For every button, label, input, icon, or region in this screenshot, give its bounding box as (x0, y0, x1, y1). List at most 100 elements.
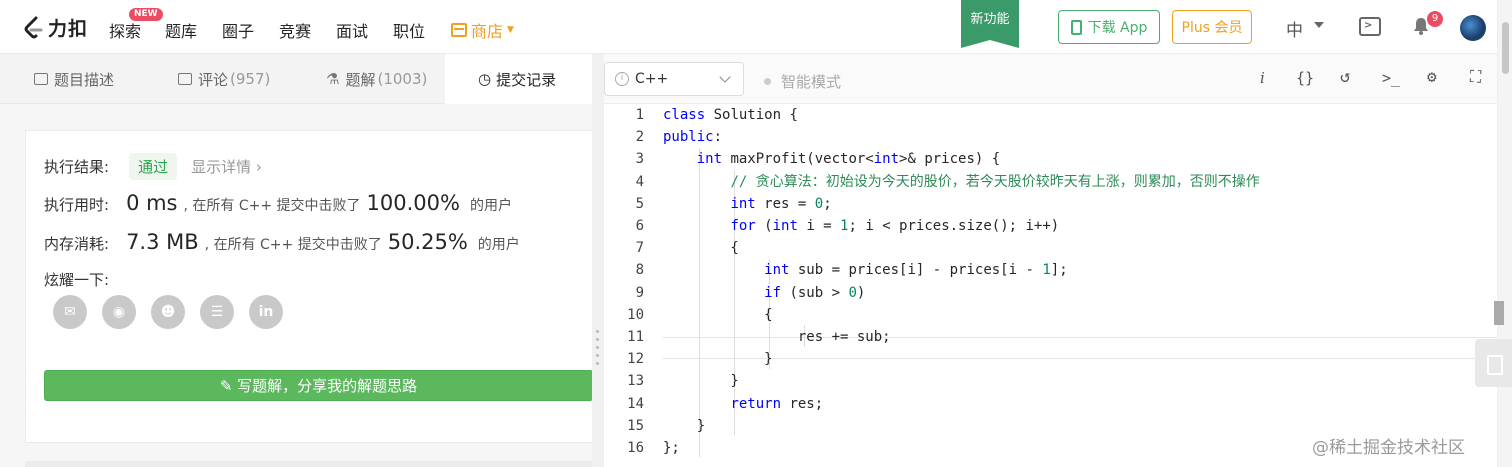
nav-problemset[interactable]: 题库 (165, 18, 197, 42)
tab-submissions-label: 提交记录 (496, 70, 557, 89)
language-switch[interactable]: 中 (1286, 16, 1303, 41)
code-line[interactable]: 7 { (604, 237, 1497, 259)
format-braces-icon[interactable]: {} (1296, 69, 1314, 87)
new-feature-label: 新功能 (970, 12, 1010, 27)
show-details-link[interactable]: 显示详情 › (191, 156, 262, 177)
tab-solutions[interactable]: ⚗ 题解 (1003) (326, 54, 427, 104)
fullscreen-icon[interactable]: ⛶ (1470, 67, 1481, 87)
code-text[interactable]: { (663, 304, 772, 326)
nav-contest[interactable]: 竞赛 (279, 18, 311, 42)
tab-solutions-label: 题解 (345, 70, 376, 89)
reset-icon[interactable]: ↺ (1340, 67, 1350, 87)
description-icon (34, 73, 48, 85)
code-line[interactable]: 13 } (604, 370, 1497, 392)
download-app-button[interactable]: 下载 App (1058, 10, 1160, 44)
line-number: 6 (635, 218, 644, 234)
code-text[interactable]: }; (663, 437, 680, 459)
leetcode-logo[interactable]: 力扣 (22, 14, 88, 41)
watermark: @稀土掘金技术社区 (1312, 438, 1465, 458)
write-solution-button[interactable]: ✎ 写题解，分享我的解题思路 (44, 370, 593, 401)
line-number: 16 (627, 440, 644, 456)
code-text[interactable]: int maxProfit(vector<int>& prices) { (663, 148, 1000, 170)
wechat-icon[interactable]: ✉ (53, 295, 87, 329)
code-line[interactable]: 6 for (int i = 1; i < prices.size(); i++… (604, 215, 1497, 237)
submission-result-card: 执行结果: 通过 显示详情 › 执行用时: 0 ms , 在所有 C++ 提交中… (25, 130, 593, 443)
line-number: 11 (627, 329, 644, 345)
divider (25, 461, 592, 467)
code-text[interactable]: class Solution { (663, 104, 798, 126)
code-text[interactable]: if (sub > 0) (663, 282, 865, 304)
code-message-icon[interactable]: > (1359, 17, 1381, 36)
share-label: 炫耀一下: (44, 271, 110, 289)
editor-toolbar: i C++ 智能模式 i {} ↺ >_ ⚙ ⛶ (604, 54, 1497, 104)
runtime-percent: 100.00% (366, 191, 460, 215)
plus-member-button[interactable]: Plus 会员 (1172, 10, 1252, 44)
code-text[interactable]: } (663, 415, 705, 437)
code-line[interactable]: 14 return res; (604, 393, 1497, 415)
info-icon: i (615, 72, 629, 86)
language-select-value: C++ (635, 71, 669, 87)
nav-circle[interactable]: 圈子 (222, 18, 254, 42)
memory-value: 7.3 MB (126, 230, 199, 254)
code-text[interactable]: } (663, 348, 772, 370)
code-text[interactable]: res += sub; (663, 326, 891, 348)
code-line[interactable]: 5 int res = 0; (604, 193, 1497, 215)
code-text[interactable]: { (663, 237, 738, 259)
line-number: 2 (635, 129, 644, 146)
feedback-float-button[interactable] (1475, 339, 1512, 387)
smart-mode-dot (764, 78, 771, 85)
language-select[interactable]: i C++ (604, 62, 744, 96)
runtime-mid-text: , 在所有 C++ 提交中击败了 (183, 198, 361, 214)
code-area[interactable]: 1 class Solution { 2 public: 3 int maxProfit… (604, 104, 1497, 467)
info-icon[interactable]: i (1260, 69, 1265, 87)
result-row: 执行结果: 通过 显示详情 › (44, 153, 262, 180)
code-text[interactable]: // 贪心算法：初始设为今天的股价，若今天股价较昨天有上涨，则累加，否则不操作 (663, 171, 1259, 193)
code-line[interactable]: 3 int maxProfit(vector<int>& prices) { (604, 148, 1497, 170)
code-line[interactable]: 10 { (604, 304, 1497, 326)
code-line[interactable]: 4 // 贪心算法：初始设为今天的股价，若今天股价较昨天有上涨，则累加，否则不操… (604, 171, 1497, 193)
code-line[interactable]: 9 if (sub > 0) (604, 282, 1497, 304)
nav-shop[interactable]: 商店 ▼ (451, 18, 514, 42)
code-line[interactable]: 1 class Solution { (604, 104, 1497, 126)
plus-member-label: Plus 会员 (1181, 20, 1243, 36)
code-text[interactable]: int res = 0; (663, 193, 831, 215)
console-icon[interactable]: >_ (1382, 69, 1400, 87)
code-text[interactable]: int sub = prices[i] - prices[i - 1]; (663, 259, 1067, 281)
memory-suffix: 的用户 (477, 237, 520, 253)
qq-icon[interactable]: ☻ (151, 295, 185, 329)
code-line[interactable]: 2 public: (604, 126, 1497, 148)
line-number: 10 (627, 306, 644, 323)
douban-icon[interactable]: ☰ (200, 295, 234, 329)
language-caret-icon[interactable] (1314, 22, 1324, 28)
code-text[interactable]: for (int i = 1; i < prices.size(); i++) (663, 215, 1059, 237)
panel-resize-handle[interactable] (592, 54, 604, 467)
code-line[interactable]: 8 int sub = prices[i] - prices[i - 1]; (604, 259, 1497, 281)
code-line[interactable]: 12 } (604, 348, 1497, 370)
linkedin-icon[interactable]: in (249, 295, 283, 329)
tab-description-label: 题目描述 (54, 70, 115, 89)
code-text[interactable]: return res; (663, 393, 823, 415)
new-feature-ribbon[interactable]: 新功能 (961, 0, 1019, 48)
result-label: 执行结果: (44, 158, 110, 176)
nav-interview[interactable]: 面试 (336, 18, 368, 42)
nav-jobs[interactable]: 职位 (393, 18, 425, 42)
smart-mode-toggle[interactable]: 智能模式 (764, 71, 841, 92)
settings-icon[interactable]: ⚙ (1427, 67, 1437, 86)
runtime-suffix: 的用户 (469, 198, 512, 214)
tab-comments[interactable]: 评论 (957) (178, 54, 270, 104)
nav-explore[interactable]: 探索 (109, 18, 141, 42)
memory-mid-text: , 在所有 C++ 提交中击败了 (204, 237, 382, 253)
line-number: 7 (635, 240, 644, 257)
tab-submissions[interactable]: ◷ 提交记录 (445, 54, 592, 104)
weibo-icon[interactable]: ◉ (102, 295, 136, 329)
editor-scrollbar-thumb[interactable] (1494, 301, 1504, 325)
status-badge: 通过 (129, 153, 178, 180)
code-line[interactable]: 11 res += sub; (604, 326, 1497, 348)
avatar[interactable] (1460, 15, 1486, 41)
scrollbar-thumb[interactable] (1502, 22, 1509, 74)
code-text[interactable]: public: (663, 126, 722, 148)
tab-description[interactable]: 题目描述 (34, 54, 114, 104)
page-scrollbar[interactable] (1497, 0, 1512, 467)
code-text[interactable]: } (663, 370, 738, 392)
notification-badge: 9 (1427, 11, 1443, 27)
